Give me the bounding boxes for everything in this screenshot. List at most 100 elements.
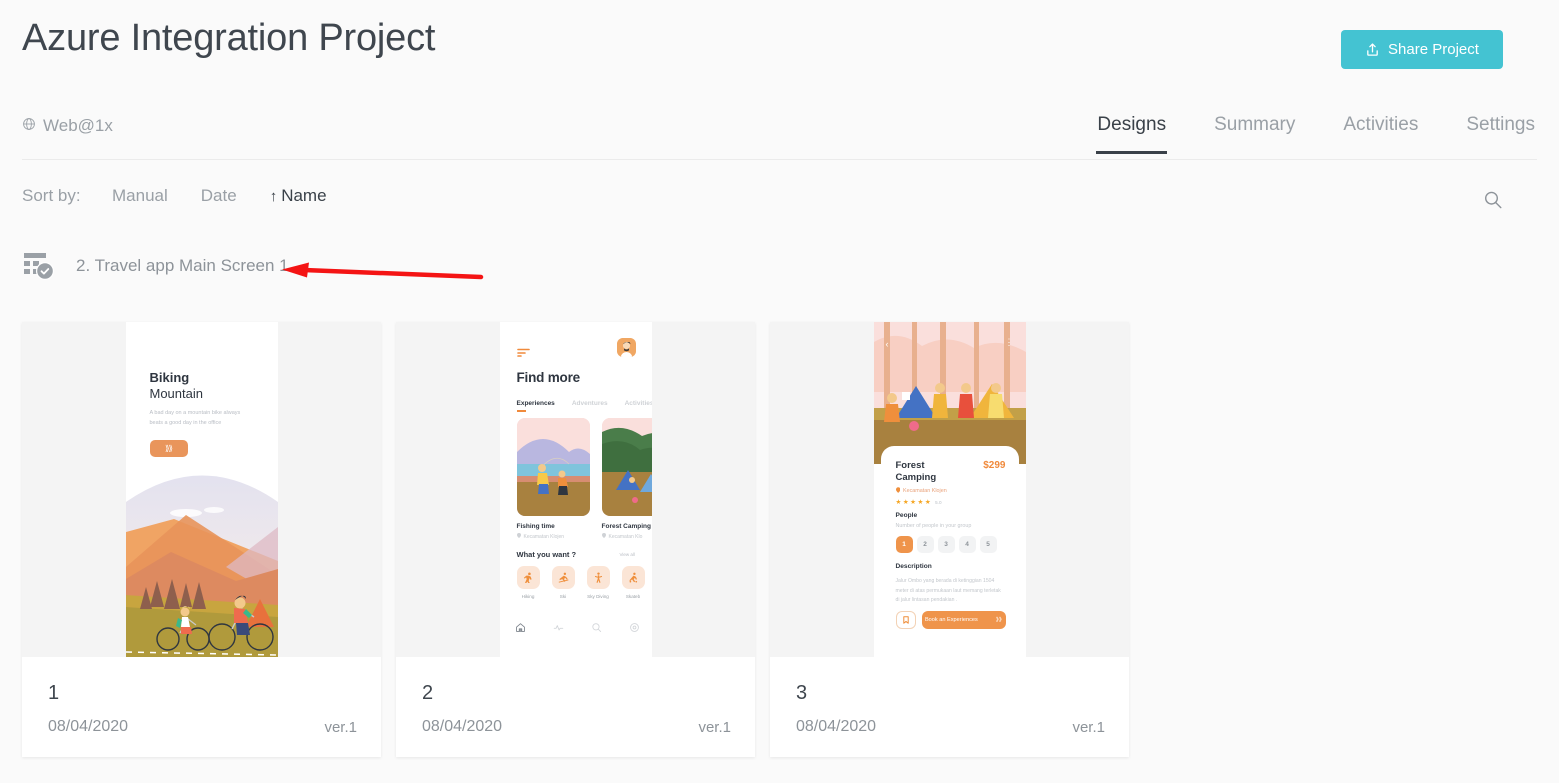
design-card-date: 08/04/2020 [796, 718, 877, 735]
thumb3-people-selector: 1 2 3 4 5 [895, 536, 997, 553]
activity-icon [553, 620, 564, 638]
thumb2-card-fishing: Fishing time Kecamatan Klojen [516, 418, 590, 540]
sort-option-name[interactable]: ↑ Name [270, 186, 327, 206]
thumb2-tab-adventures: Adventures [571, 400, 608, 407]
thumb2-card-image [516, 418, 590, 516]
design-card[interactable]: ‹ ⋮ Forest Camping $299 Kecamatan Klojen… [770, 322, 1129, 757]
design-item-row[interactable]: 2. Travel app Main Screen 1 [22, 246, 289, 286]
ski-icon [551, 566, 575, 589]
thumb2-card-image [601, 418, 652, 516]
thumb3-people-option: 5 [979, 536, 997, 553]
sub-navigation: Web@1x Designs Summary Activities Settin… [0, 100, 1559, 162]
design-item-label: 2. Travel app Main Screen 1 [76, 256, 289, 275]
thumb2-activity-label: Ski [559, 594, 567, 599]
thumb3-description-text: Jalur Ombo yang berada di ketinggian 150… [895, 578, 1001, 604]
design-thumbnail: Biking Mountain A bad day on a mountain … [22, 322, 381, 657]
thumb3-book-arrow-icon: ⟫⟫ [995, 617, 1003, 623]
globe-icon [22, 116, 36, 136]
header-divider [22, 159, 1537, 160]
design-thumbnail: Find more Experiences Adventures Activit… [396, 322, 755, 657]
thumb1-title: Biking Mountain [150, 370, 203, 403]
thumb2-card-location: Kecamatan Klo [601, 533, 652, 540]
thumb3-people-option: 2 [916, 536, 934, 553]
location-pin-icon [516, 533, 521, 540]
thumb3-price: $299 [983, 460, 1006, 471]
thumb2-bottom-nav [515, 620, 640, 638]
home-icon [515, 620, 526, 638]
thumb2-activity-list: Hiking Ski Sky Diving Skateb [516, 566, 645, 599]
thumb2-cards: Fishing time Kecamatan Klojen Forest Cam… [516, 418, 652, 540]
skateboard-icon [621, 566, 645, 589]
design-card-footer: 3 08/04/2020 ver.1 [770, 657, 1129, 757]
thumb3-rating-value: 5.0 [935, 499, 942, 505]
tab-summary[interactable]: Summary [1214, 114, 1295, 154]
thumb2-activity-label: Skateb [625, 594, 641, 599]
scale-label: Web@1x [43, 116, 113, 135]
avatar [616, 338, 636, 357]
star-icon: ★ [917, 499, 924, 506]
design-card-number: 1 [48, 682, 60, 704]
design-card-number: 2 [422, 682, 434, 704]
bookmark-icon [895, 611, 916, 629]
thumb3-people-option: 1 [895, 536, 913, 553]
search-icon [591, 620, 602, 638]
page-title: Azure Integration Project [22, 17, 436, 59]
sort-option-manual-label: Manual [112, 186, 168, 205]
sort-option-date-label: Date [200, 186, 237, 205]
sort-option-date[interactable]: Date [201, 186, 237, 206]
thumb2-heading: Find more [516, 370, 581, 385]
design-cards-grid: Biking Mountain A bad day on a mountain … [22, 322, 1129, 757]
back-chevron-icon: ‹ [885, 339, 889, 349]
design-card-number: 3 [796, 682, 808, 704]
thumb2-tabs: Experiences Adventures Activities [516, 400, 652, 412]
thumb2-activity-ski: Ski [551, 566, 575, 599]
thumb2-want-heading: What you want ? [516, 550, 577, 559]
location-pin-icon [895, 487, 900, 495]
search-button[interactable] [1478, 186, 1508, 216]
tab-settings[interactable]: Settings [1466, 114, 1535, 154]
share-project-button[interactable]: Share Project [1341, 30, 1503, 69]
star-icon: ★ [902, 499, 909, 506]
phone-mockup-findmore: Find more Experiences Adventures Activit… [499, 322, 652, 657]
design-card-footer: 1 08/04/2020 ver.1 [22, 657, 381, 757]
thumb3-location-label: Kecamatan Klojen [903, 488, 947, 494]
thumb2-card-location-label: Kecamatan Klojen [523, 533, 565, 540]
thumb1-title-line2: Mountain [149, 386, 203, 402]
thumb2-card-location-label: Kecamatan Klo [608, 533, 643, 540]
design-thumbnail: ‹ ⋮ Forest Camping $299 Kecamatan Klojen… [770, 322, 1129, 657]
star-icon: ★ [895, 499, 902, 506]
thumb2-activity-hiking: Hiking [516, 566, 540, 599]
thumb2-activity-skydiving: Sky Diving [586, 566, 610, 599]
thumb2-activity-label: Hiking [521, 594, 535, 599]
thumb1-illustration [125, 475, 278, 657]
page-header: Azure Integration Project Share Project [0, 0, 1559, 98]
more-options-icon: ⋮ [1004, 337, 1014, 347]
thumb3-description-heading: Description [895, 563, 932, 570]
phone-mockup-biking: Biking Mountain A bad day on a mountain … [125, 322, 278, 657]
sort-options: Manual Date ↑ Name [112, 186, 327, 206]
thumb1-body-text: A bad day on a mountain bike always beat… [149, 410, 241, 427]
tab-designs[interactable]: Designs [1096, 114, 1167, 154]
sort-option-manual[interactable]: Manual [112, 186, 168, 206]
design-card-date: 08/04/2020 [422, 718, 503, 735]
thumb3-people-option: 4 [958, 536, 976, 553]
thumb2-card-forest: Forest Camping Kecamatan Klo [601, 418, 652, 540]
design-card-version: ver.1 [324, 719, 357, 736]
design-card[interactable]: Find more Experiences Adventures Activit… [396, 322, 755, 757]
design-card[interactable]: Biking Mountain A bad day on a mountain … [22, 322, 381, 757]
hamburger-menu-icon [516, 344, 530, 362]
design-card-footer: 2 08/04/2020 ver.1 [396, 657, 755, 757]
phone-mockup-forest-camping: ‹ ⋮ Forest Camping $299 Kecamatan Klojen… [873, 322, 1026, 657]
scale-indicator[interactable]: Web@1x [22, 116, 113, 136]
thumb2-tab-experiences: Experiences [516, 400, 555, 412]
thumb2-tab-activities: Activities [624, 400, 652, 407]
settings-icon [629, 620, 640, 638]
tab-activities[interactable]: Activities [1343, 114, 1418, 154]
thumb3-book-button: Book an Experiences ⟫⟫ [921, 611, 1006, 629]
thumb2-card-name: Fishing time [516, 523, 555, 530]
design-card-date: 08/04/2020 [48, 718, 129, 735]
thumb3-title-line2: Camping [895, 471, 937, 483]
designs-page: Azure Integration Project Share Project … [0, 0, 1559, 783]
thumb3-location: Kecamatan Klojen [895, 487, 947, 495]
thumb3-people-option: 3 [937, 536, 955, 553]
